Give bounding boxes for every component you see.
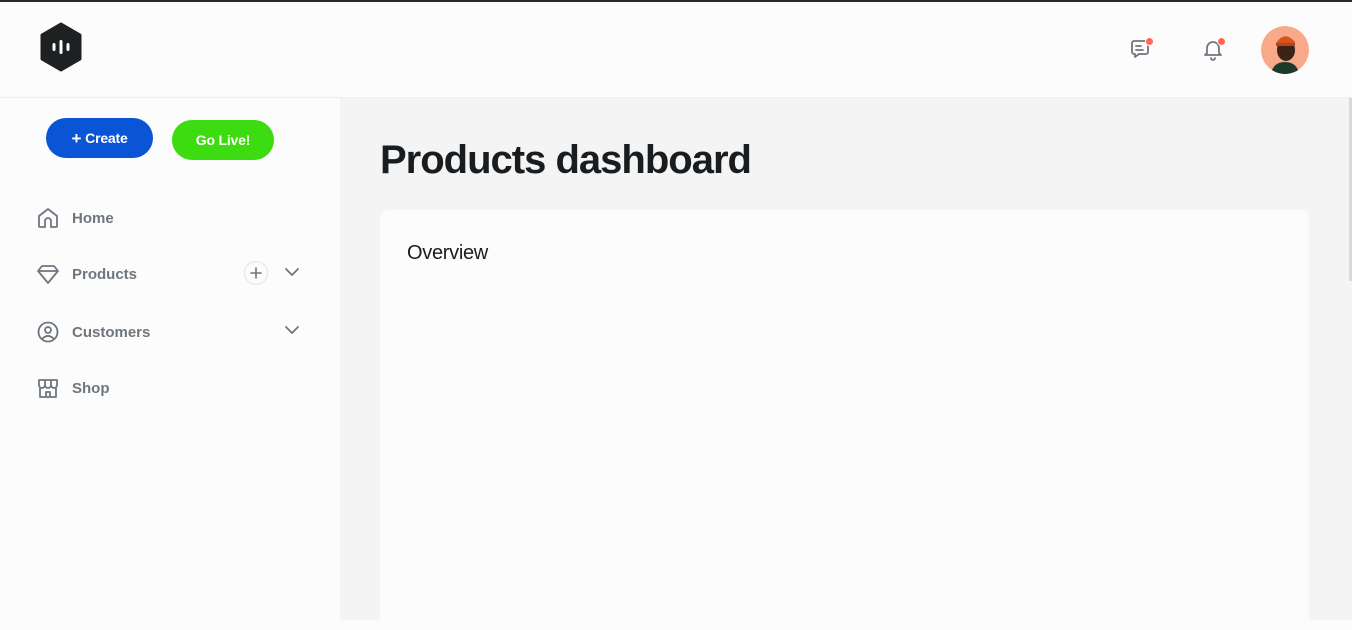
hexagon-logo-icon[interactable]: [38, 22, 84, 72]
home-icon: [36, 206, 60, 230]
sidebar-item-label: Home: [72, 209, 114, 227]
sidebar-item-home[interactable]: Home: [36, 204, 306, 232]
sidebar-item-customers[interactable]: Customers: [36, 318, 306, 346]
user-avatar[interactable]: [1261, 26, 1309, 74]
bell-notification-dot: [1217, 37, 1226, 46]
plus-icon: +: [71, 128, 82, 148]
sidebar-item-products[interactable]: Products: [36, 260, 306, 288]
overview-card: Overview: [380, 210, 1309, 630]
create-button-label: Create: [85, 130, 128, 146]
card-title: Overview: [407, 242, 488, 264]
top-header: [0, 2, 1352, 98]
message-icon[interactable]: [1127, 35, 1155, 63]
page-title: Products dashboard: [380, 138, 752, 182]
main-content: Products dashboard Overview: [340, 98, 1352, 630]
sidebar-item-label: Shop: [72, 379, 110, 397]
chevron-down-icon[interactable]: [282, 320, 302, 340]
message-notification-dot: [1145, 37, 1154, 46]
sidebar-item-label: Customers: [72, 323, 151, 341]
diamond-icon: [36, 262, 60, 286]
create-button[interactable]: + Create: [46, 118, 153, 158]
sidebar-item-label: Products: [72, 265, 138, 283]
go-live-button[interactable]: Go Live!: [172, 120, 274, 160]
add-product-button[interactable]: [244, 261, 268, 285]
bell-icon[interactable]: [1199, 35, 1227, 63]
user-circle-icon: [36, 320, 60, 344]
chevron-down-icon[interactable]: [282, 262, 302, 282]
go-live-button-label: Go Live!: [195, 132, 251, 148]
sidebar-item-shop[interactable]: Shop: [36, 374, 306, 402]
store-icon: [36, 376, 60, 400]
sidebar: + Create Go Live! Home Products Customer…: [0, 98, 340, 620]
